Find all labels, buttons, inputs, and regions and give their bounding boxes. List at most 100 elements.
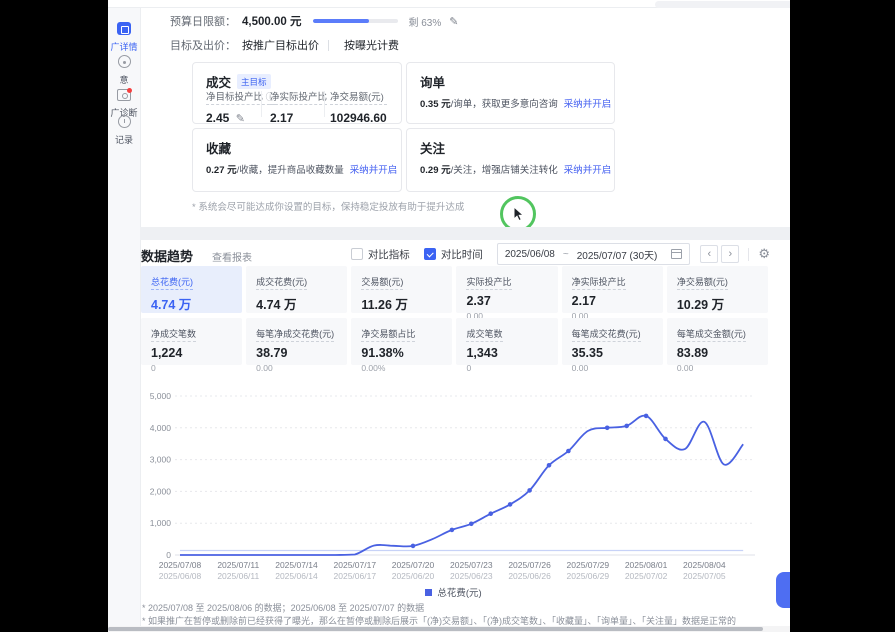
svg-text:2025/08/04: 2025/08/04 [683,560,726,570]
metric-tile[interactable]: 净交易额(元)10.29 万0.00 [667,266,768,313]
svg-text:2025/07/20: 2025/07/20 [392,560,435,570]
metric-tile[interactable]: 成交花费(元)4.74 万0.00 [246,266,347,313]
sidebar-item-4[interactable]: 记录 [108,115,140,145]
trend-header: 数据趋势 查看报表 对比指标 对比时间 2025/06/08 ~ 2025/07… [140,243,790,265]
card-title: 关注 [420,138,445,157]
tile-value: 2.37 [466,294,547,308]
diagnose-icon [117,89,131,101]
floating-side-button[interactable] [776,572,790,608]
metric-tile[interactable]: 交易额(元)11.26 万0.00 [351,266,452,313]
date-end: 2025/07/07 (30天) [577,247,658,262]
goal-card-follow: 关注0.29 元/关注，增强店铺关注转化采纳并开启 [406,128,615,192]
metric-tile[interactable]: 成交笔数1,3430 [456,318,557,365]
goal-bid-label: 目标及出价： [170,37,236,53]
svg-text:2025/06/20: 2025/06/20 [392,571,435,581]
chart-legend: 总花费(元) [140,585,767,599]
tile-compare-value: 0.00 [256,363,337,373]
metric-tile[interactable]: 总花费(元)4.74 万0.00 [141,266,242,313]
svg-text:2,000: 2,000 [150,486,172,496]
footnote-1: * 2025/07/08 至 2025/08/06 的数据；2025/06/08… [142,601,424,614]
sidebar: 广详情意广诊断记录 [108,8,141,627]
tile-label: 每笔成交花费(元) [572,327,641,342]
tile-label: 交易额(元) [361,275,403,290]
sidebar-item-label: 广详情 [108,42,140,52]
tile-label: 净实际投产比 [572,275,626,290]
deal-metric-2: 净实际投产比2.17 [270,89,327,125]
promotion-detail-icon [117,22,131,35]
deal-metric-value: 102946.60 [330,111,387,125]
svg-text:0: 0 [166,550,171,560]
tile-value: 35.35 [572,346,653,360]
goal-card-deal[interactable]: 成交 主目标 净目标投产比 ⓘ2.45 ✎净实际投产比2.17净交易额(元)10… [192,62,402,124]
creative-icon [118,55,131,68]
edit-roi-icon[interactable]: ✎ [236,113,245,125]
tile-compare-value: 0.00 [572,363,653,373]
view-report-link[interactable]: 查看报表 [212,249,252,264]
history-icon [118,115,131,128]
budget-remaining: 剩 63% [408,14,441,29]
adopt-enable-link[interactable]: 采纳并开启 [564,165,612,176]
red-dot-badge [127,88,132,93]
prev-period-button[interactable]: ‹ [700,245,718,263]
tab-bid-by-goal[interactable]: 按推广目标出价 [242,37,319,53]
metric-tiles-row1: 总花费(元)4.74 万0.00成交花费(元)4.74 万0.00交易额(元)1… [141,266,768,313]
trend-line-chart[interactable]: 01,0002,0003,0004,0005,0002025/07/082025… [141,390,771,586]
top-strip [108,0,790,8]
compare-time-label[interactable]: 对比时间 [441,247,483,262]
tile-compare-value: 0.00% [361,363,442,373]
compare-time-checkbox[interactable] [424,248,436,260]
sidebar-item-label: 记录 [108,135,140,145]
tile-label: 净交易额(元) [677,275,728,290]
svg-text:2025/06/29: 2025/06/29 [567,571,610,581]
budget-progress-bar [313,19,398,23]
divider [261,91,262,117]
deal-metric-3: 净交易额(元)102946.60 [330,89,387,125]
tile-label: 成交花费(元) [256,275,307,290]
daily-budget-label: 预算日限额： [170,13,236,29]
next-period-button[interactable]: › [721,245,739,263]
sidebar-item-1[interactable]: 广详情 [108,22,140,52]
metric-tile[interactable]: 净交易额占比91.38%0.00% [351,318,452,365]
adopt-enable-link[interactable]: 采纳并开启 [564,99,612,110]
metric-tiles-row2: 净成交笔数1,2240每笔净成交花费(元)38.790.00净交易额占比91.3… [141,318,768,365]
daily-budget-row: 预算日限额： 4,500.00 元 剩 63% ✎ [170,13,458,29]
edit-budget-icon[interactable]: ✎ [449,15,458,28]
metric-tile[interactable]: 每笔成交金额(元)83.890.00 [667,318,768,365]
compare-metric-checkbox[interactable] [351,248,363,260]
compare-metric-label[interactable]: 对比指标 [368,247,410,262]
svg-text:2025/07/26: 2025/07/26 [508,560,551,570]
card-title: 收藏 [206,138,231,157]
divider [324,91,325,117]
goal-card-favorite: 收藏 0.27 元/收藏，提升商品收藏数量采纳并开启 [192,128,402,192]
sidebar-item-3[interactable]: 广诊断 [108,87,140,118]
sidebar-item-2[interactable]: 意 [108,55,140,85]
svg-text:5,000: 5,000 [150,391,172,401]
tile-label: 净交易额占比 [361,327,415,342]
tile-value: 4.74 万 [256,294,337,313]
goal-card-inquiry: 询单0.35 元/询单，获取更多意向咨询采纳并开启 [406,62,615,124]
tile-compare-value: 0 [466,363,547,373]
card-desc: 0.27 元/收藏，提升商品收藏数量采纳并开启 [206,162,397,176]
goal-note: * 系统会尽可能达成你设置的目标，保持稳定投放有助于提升达成 [192,199,464,213]
calendar-icon [671,249,682,259]
trend-title: 数据趋势 [141,246,193,265]
svg-text:2025/07/29: 2025/07/29 [567,560,610,570]
metric-tile[interactable]: 每笔成交花费(元)35.350.00 [562,318,663,365]
svg-text:2025/06/26: 2025/06/26 [508,571,551,581]
tab-bid-by-exposure[interactable]: 按曝光计费 [344,37,399,53]
scrollbar-thumb[interactable] [108,627,763,631]
tile-compare-value: 0.00 [677,363,758,373]
settings-gear-icon[interactable]: ⚙ [758,246,770,262]
metric-tile[interactable]: 每笔净成交花费(元)38.790.00 [246,318,347,365]
metric-tile[interactable]: 净实际投产比2.170.00 [562,266,663,313]
date-range-input[interactable]: 2025/06/08 ~ 2025/07/07 (30天) [497,243,691,265]
tile-label: 净成交笔数 [151,327,196,342]
metric-tile[interactable]: 实际投产比2.370.00 [456,266,557,313]
deal-metric-label: 净目标投产比 ⓘ [206,89,275,105]
tile-label: 总花费(元) [151,275,193,290]
legend-swatch [425,589,432,596]
adopt-enable-link[interactable]: 采纳并开启 [350,165,398,176]
deal-metric-1: 净目标投产比 ⓘ2.45 ✎ [206,89,275,125]
metric-tile[interactable]: 净成交笔数1,2240 [141,318,242,365]
tile-value: 10.29 万 [677,294,758,313]
